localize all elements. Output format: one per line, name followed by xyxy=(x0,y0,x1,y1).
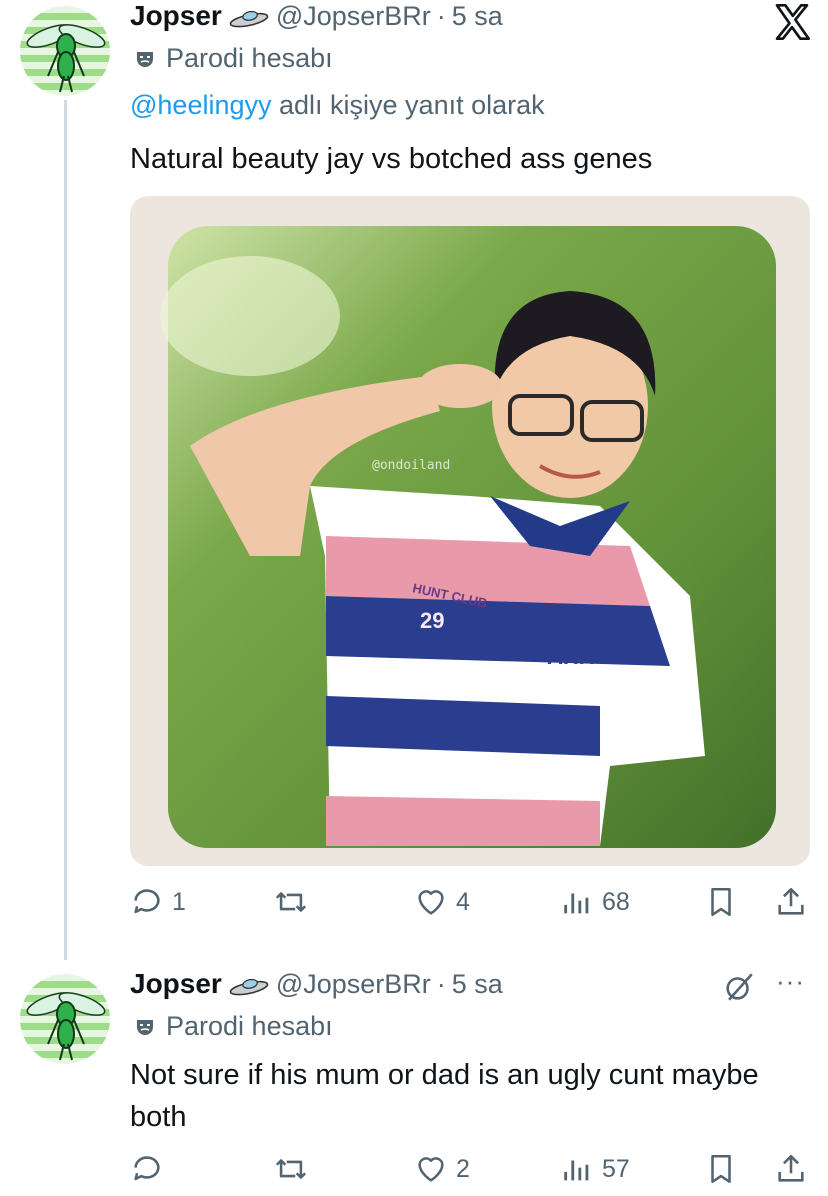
bookmark-button[interactable] xyxy=(704,1152,738,1186)
share-icon xyxy=(778,1154,804,1182)
theater-mask-icon xyxy=(137,51,153,67)
share-button[interactable] xyxy=(774,1152,808,1186)
wasp-avatar-icon xyxy=(26,24,106,93)
views-icon xyxy=(564,1160,589,1181)
avatar[interactable] xyxy=(20,974,110,1064)
bookmark-icon xyxy=(711,887,731,917)
repost-icon xyxy=(275,1159,307,1179)
reply-icon xyxy=(134,1156,160,1181)
close-x-button[interactable] xyxy=(772,2,812,42)
views-count: 68 xyxy=(602,887,630,916)
like-count: 4 xyxy=(456,887,470,916)
tweet-text: Natural beauty jay vs botched ass genes xyxy=(130,143,653,175)
grok-icon xyxy=(726,973,753,1001)
ufo-icon xyxy=(229,10,269,28)
repost-button[interactable] xyxy=(274,885,316,919)
reply-button[interactable]: 1 xyxy=(130,885,186,919)
parody-label: Parodi hesabı xyxy=(166,43,333,73)
display-name[interactable]: Jopser xyxy=(130,0,222,32)
views-button[interactable]: 68 xyxy=(560,885,630,919)
photo-illustration xyxy=(160,226,776,848)
tweet-text: Not sure if his mum or dad is an ugly cu… xyxy=(130,1059,759,1133)
share-button[interactable] xyxy=(774,885,808,919)
time-separator: · xyxy=(436,1,446,31)
theater-mask-icon xyxy=(137,1019,153,1035)
shirt-logo: AHK xyxy=(548,644,596,669)
tweet-timestamp[interactable]: 5 sa xyxy=(452,969,503,1000)
like-button[interactable]: 4 xyxy=(414,885,470,919)
parody-label: Parodi hesabı xyxy=(166,1011,333,1041)
reply-mention-link[interactable]: @heelingyy xyxy=(130,90,272,120)
user-handle[interactable]: @JopserBRr xyxy=(276,969,431,1000)
bookmark-icon xyxy=(711,1154,731,1184)
reply-count: 1 xyxy=(172,887,186,916)
like-count: 2 xyxy=(456,1154,470,1183)
avatar[interactable] xyxy=(20,6,110,96)
reply-button[interactable] xyxy=(130,1152,172,1186)
reply-context: @heelingyy adlı kişiye yanıt olarak xyxy=(130,90,545,121)
share-icon xyxy=(778,887,804,915)
more-options-button[interactable]: ··· xyxy=(776,966,805,997)
grok-button[interactable] xyxy=(722,970,756,1009)
x-logo-icon xyxy=(775,4,810,41)
reply-suffix: adlı kişiye yanıt olarak xyxy=(271,90,545,120)
views-count: 57 xyxy=(602,1154,630,1183)
ufo-icon xyxy=(229,978,269,996)
display-name[interactable]: Jopser xyxy=(130,968,222,1000)
parody-label-row: Parodi hesabı xyxy=(134,1011,333,1042)
reply-icon xyxy=(134,889,160,914)
tweet-media-image[interactable]: @ondoiland HUNT CLUB 29 AHK xyxy=(130,196,810,866)
thread-connector-line xyxy=(64,100,67,960)
heart-icon xyxy=(418,890,444,915)
parody-label-row: Parodi hesabı xyxy=(134,43,333,74)
more-dots-icon: ··· xyxy=(776,966,805,996)
bookmark-button[interactable] xyxy=(704,885,738,919)
media-watermark: @ondoiland xyxy=(372,458,451,473)
time-separator: · xyxy=(436,969,446,999)
views-icon xyxy=(564,893,589,914)
views-button[interactable]: 57 xyxy=(560,1152,630,1186)
tweet-timestamp[interactable]: 5 sa xyxy=(452,1,503,32)
repost-button[interactable] xyxy=(274,1152,316,1186)
heart-icon xyxy=(418,1157,444,1182)
shirt-number: 29 xyxy=(420,608,445,633)
like-button[interactable]: 2 xyxy=(414,1152,470,1186)
repost-icon xyxy=(275,892,307,912)
user-handle[interactable]: @JopserBRr xyxy=(276,1,431,32)
wasp-avatar-icon xyxy=(26,992,106,1061)
